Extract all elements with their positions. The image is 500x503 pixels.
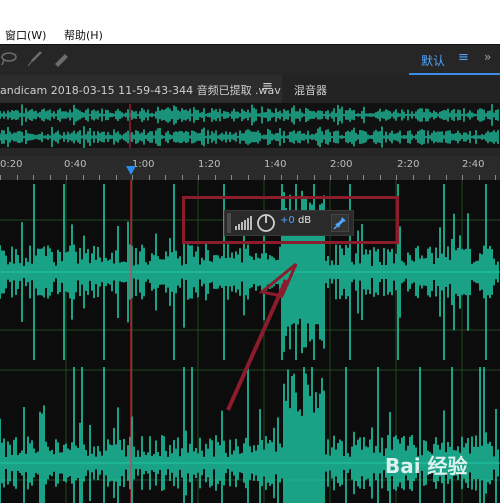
watermark: Bai 经验 bbox=[385, 454, 468, 478]
annotation-arrow-icon bbox=[226, 262, 298, 411]
